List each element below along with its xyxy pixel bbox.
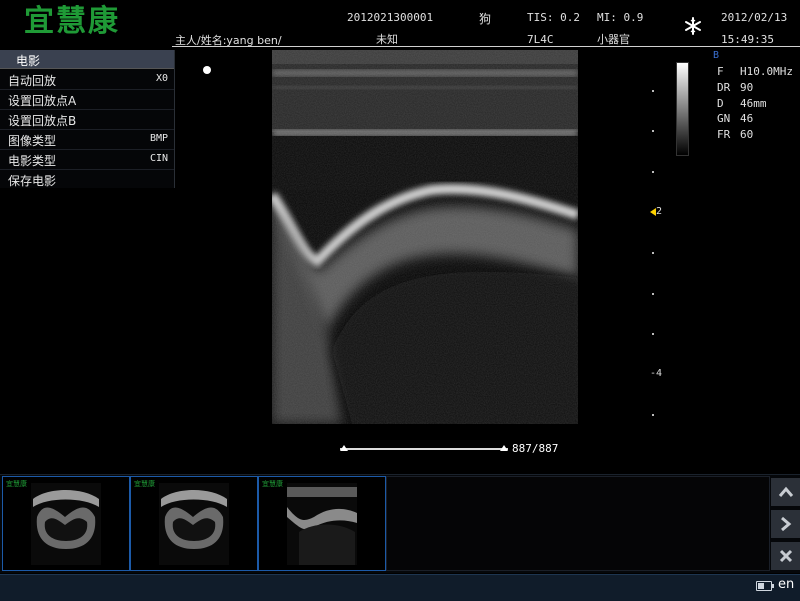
param-key: D <box>717 97 724 110</box>
menu-item-auto-replay[interactable]: 自动回放 X0 <box>0 70 174 90</box>
species: 狗 <box>479 12 492 26</box>
menu-item-label: 电影类型 <box>8 154 57 168</box>
menu-item-value: X0 <box>155 73 168 84</box>
param-gain: GN 46 <box>717 112 753 125</box>
cine-menu-title-label: 电影 <box>16 54 41 68</box>
depth-tick <box>652 252 654 254</box>
close-icon[interactable] <box>771 542 800 570</box>
depth-tick <box>652 414 654 416</box>
menu-item-value: BMP <box>149 133 168 144</box>
thumbnail-1[interactable]: 宜慧康 <box>2 476 130 571</box>
frame-counter: 887/887 <box>512 442 559 455</box>
battery-level <box>758 583 764 589</box>
depth-label: -4 <box>650 368 663 379</box>
depth-tick <box>652 333 654 335</box>
param-frame-rate: FR 60 <box>717 128 753 141</box>
cine-menu: 电影 自动回放 X0 设置回放点A 设置回放点B 图像类型 BMP 电影类型 C… <box>0 50 175 188</box>
param-value: 46 <box>740 112 754 125</box>
param-depth: D 46mm <box>717 97 767 110</box>
chevron-up-icon[interactable] <box>771 478 800 506</box>
menu-item-label: 设置回放点A <box>8 94 77 108</box>
snowflake-icon[interactable] <box>684 17 702 35</box>
param-dynamic-range: DR 90 <box>717 81 753 94</box>
thumbnail-empty-slot <box>386 476 770 571</box>
param-value: 90 <box>740 81 754 94</box>
language-indicator[interactable]: en <box>778 577 794 592</box>
exam-preset: 小器官 <box>597 33 630 46</box>
menu-item-save-cine[interactable]: 保存电影 <box>0 170 174 189</box>
depth-tick <box>652 130 654 132</box>
header-divider <box>172 46 800 47</box>
param-value: H10.0MHz <box>740 65 793 78</box>
param-value: 46mm <box>740 97 767 110</box>
brand-logo: 宜慧康 <box>24 4 120 39</box>
cine-start-marker[interactable] <box>340 445 348 451</box>
param-key: GN <box>717 112 731 125</box>
menu-item-label: 图像类型 <box>8 134 57 148</box>
cine-progress-bar[interactable] <box>340 448 508 450</box>
ultrasound-image[interactable] <box>272 50 578 424</box>
menu-item-cine-type[interactable]: 电影类型 CIN <box>0 150 174 170</box>
param-frequency: F H10.0MHz <box>717 65 793 78</box>
menu-item-set-point-b[interactable]: 设置回放点B <box>0 110 174 130</box>
exam-date: 2012/02/13 <box>721 11 788 24</box>
thumbnail-logo: 宜慧康 <box>262 479 283 488</box>
menu-item-image-type[interactable]: 图像类型 BMP <box>0 130 174 150</box>
status-bar <box>0 574 800 601</box>
thumbnail-logo: 宜慧康 <box>134 479 155 488</box>
param-key: DR <box>717 81 731 94</box>
param-key: FR <box>717 128 731 141</box>
menu-item-label: 保存电影 <box>8 174 57 188</box>
depth-tick <box>652 171 654 173</box>
gender: 未知 <box>376 33 398 46</box>
chevron-right-icon[interactable] <box>771 510 800 538</box>
depth-label: 2 <box>656 206 663 217</box>
menu-item-value: CIN <box>149 153 168 164</box>
param-value: 60 <box>740 128 754 141</box>
imaging-mode: B <box>713 50 720 61</box>
menu-item-label: 设置回放点B <box>8 114 77 128</box>
thumbnail-2[interactable]: 宜慧康 <box>130 476 258 571</box>
tis-readout: TIS: 0.2 <box>527 11 580 24</box>
cine-end-marker[interactable] <box>500 445 508 451</box>
menu-item-set-point-a[interactable]: 设置回放点A <box>0 90 174 110</box>
battery-icon <box>756 581 774 591</box>
exam-time: 15:49:35 <box>721 33 774 46</box>
grayscale-bar <box>676 62 689 156</box>
menu-item-label: 自动回放 <box>8 74 57 88</box>
mi-readout: MI: 0.9 <box>597 11 644 24</box>
thumbnail-logo: 宜慧康 <box>6 479 27 488</box>
depth-tick <box>652 90 654 92</box>
cursor-dot <box>203 66 211 74</box>
patient-id: 2012021300001 <box>347 11 434 24</box>
cine-menu-title: 电影 <box>0 50 174 69</box>
depth-tick <box>652 293 654 295</box>
probe-name: 7L4C <box>527 33 554 46</box>
param-key: F <box>717 65 724 78</box>
thumbnail-3[interactable]: 宜慧康 <box>258 476 386 571</box>
